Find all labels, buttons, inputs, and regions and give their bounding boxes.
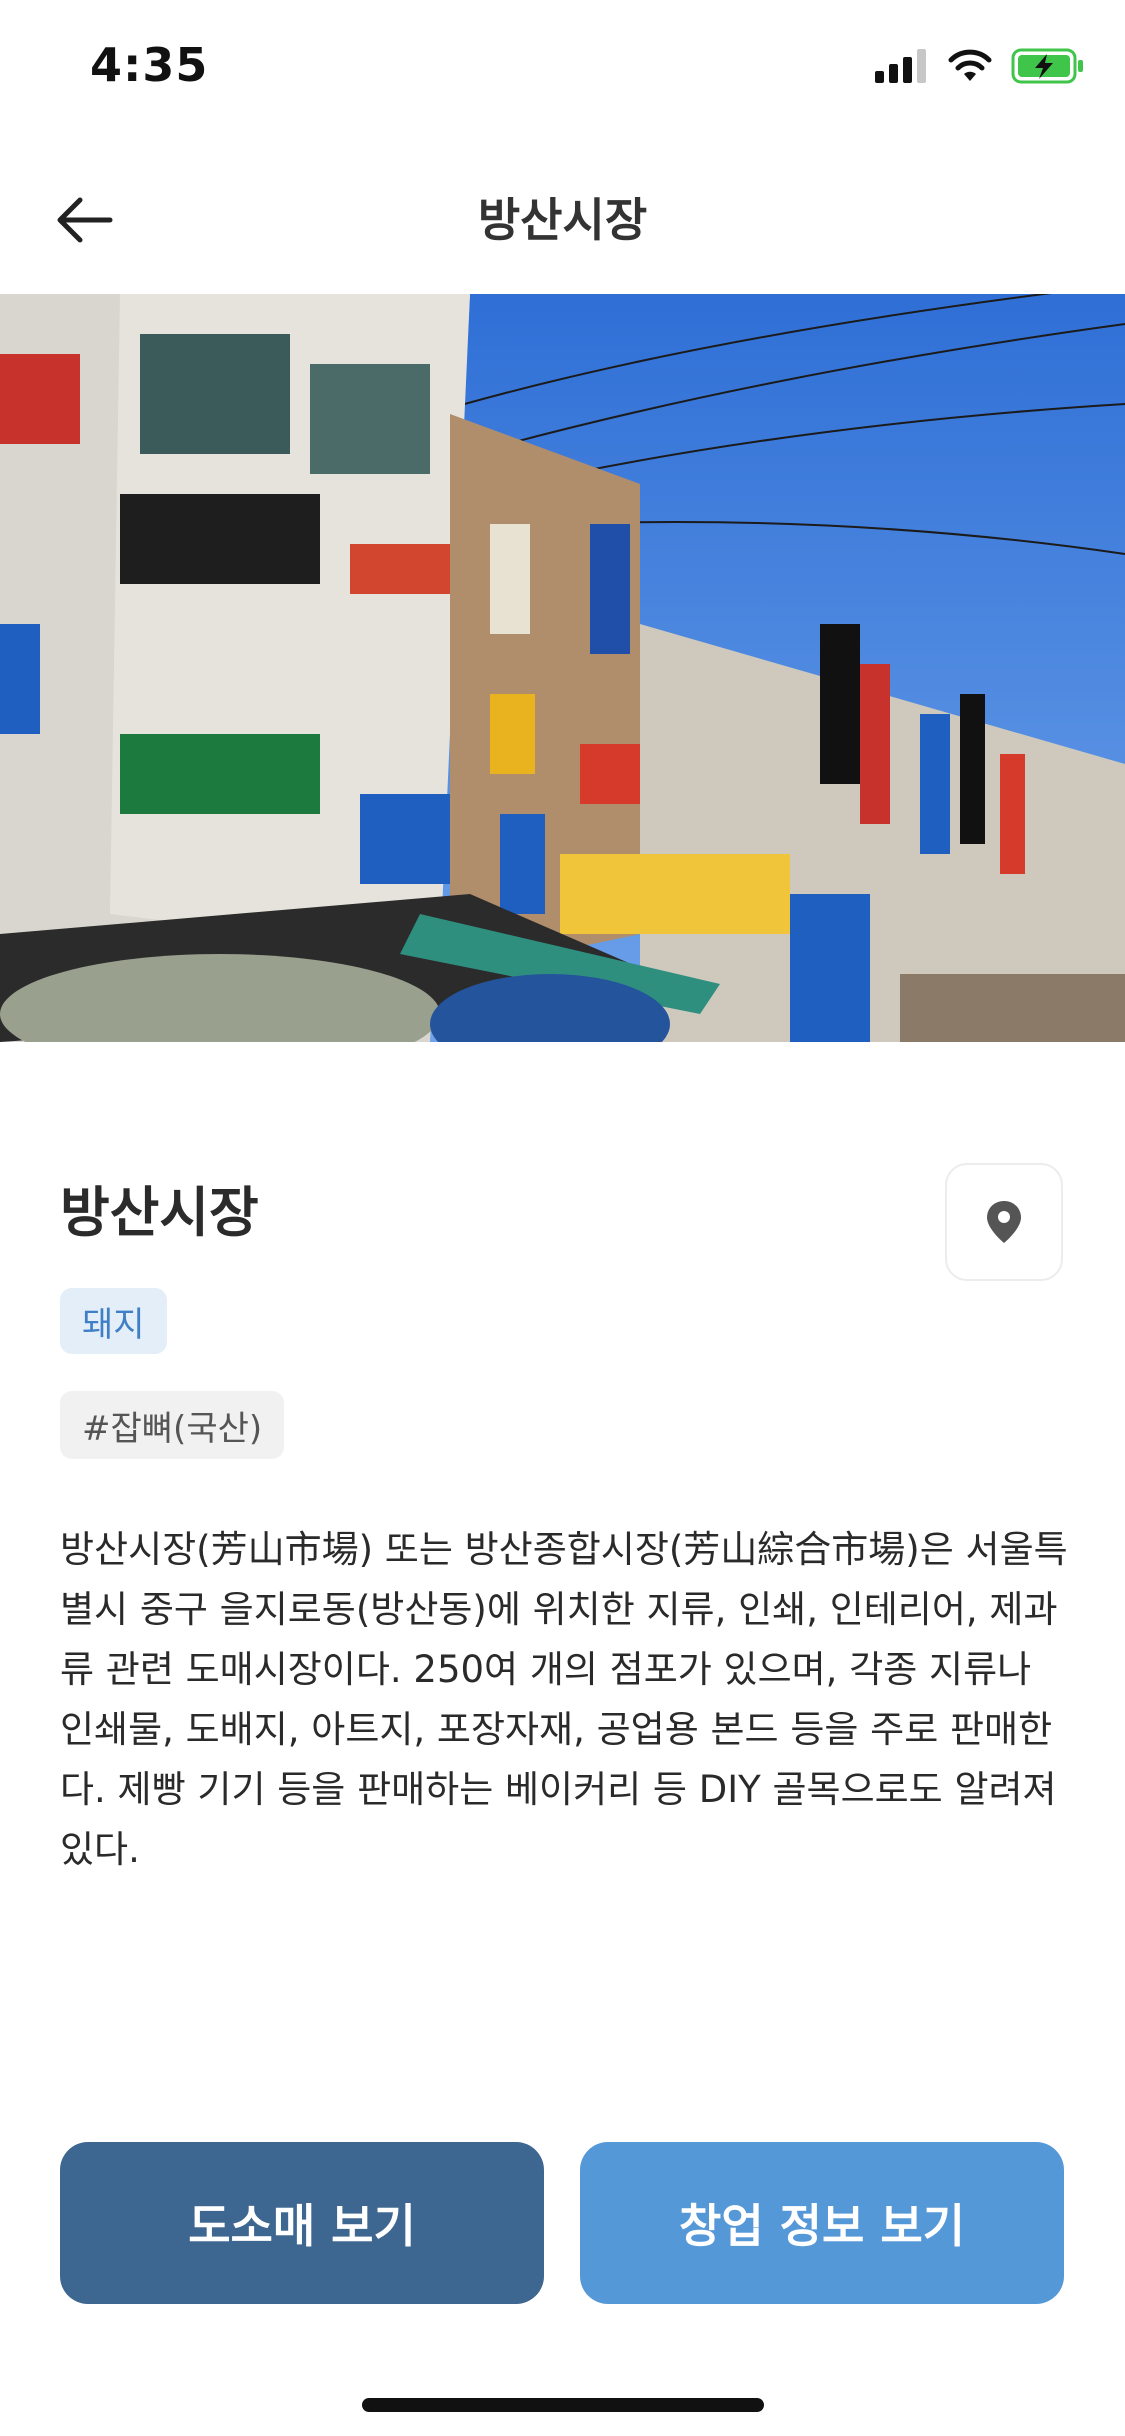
location-pin-icon xyxy=(987,1201,1021,1243)
status-time: 4:35 xyxy=(90,38,209,92)
wifi-icon xyxy=(948,49,992,81)
view-startup-info-button[interactable]: 창업 정보 보기 xyxy=(580,2142,1064,2304)
status-bar: 4:35 xyxy=(0,0,1125,140)
navigation-bar: 방산시장 xyxy=(0,140,1125,295)
place-description: 방산시장(芳山市場) 또는 방산종합시장(芳山綜合市場)은 서울특별시 중구 을… xyxy=(60,1528,1068,1871)
page-title: 방산시장 xyxy=(477,193,648,247)
map-location-button[interactable] xyxy=(945,1163,1063,1281)
view-wholesale-button[interactable]: 도소매 보기 xyxy=(60,2142,544,2304)
battery-charging-icon xyxy=(1011,48,1083,84)
status-icons xyxy=(875,48,1085,84)
home-indicator xyxy=(362,2398,764,2412)
tag-chip: #잡뼈(국산) xyxy=(60,1391,285,1459)
hero-image xyxy=(0,294,1125,1042)
place-title: 방산시장 xyxy=(60,1181,259,1244)
category-chip: 돼지 xyxy=(60,1288,167,1354)
signal-icon xyxy=(875,49,926,83)
